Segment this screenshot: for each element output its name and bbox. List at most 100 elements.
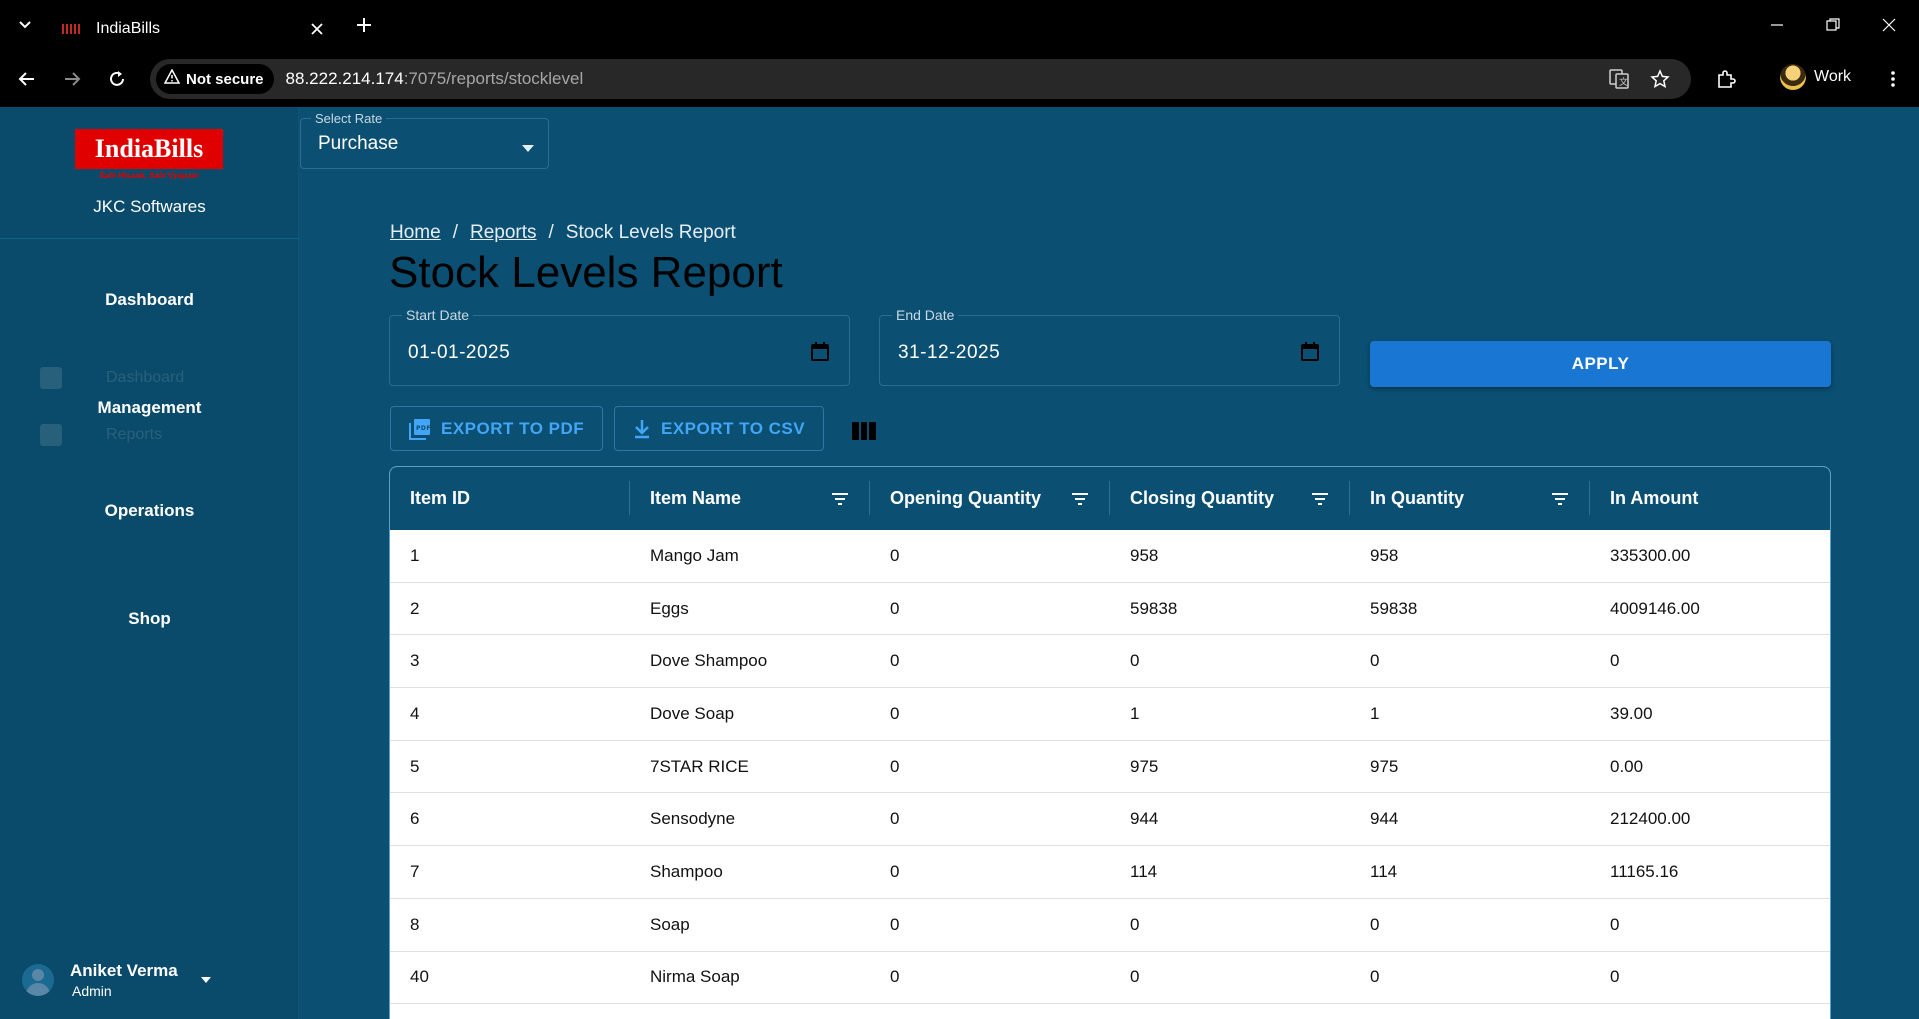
breadcrumb: Home / Reports / Stock Levels Report <box>390 222 736 244</box>
select-rate-dropdown[interactable]: Select Rate Purchase <box>300 111 549 169</box>
table-cell: 0 <box>890 967 900 987</box>
table-cell: 7 <box>410 861 420 881</box>
forward-arrow-icon[interactable] <box>59 66 85 92</box>
warning-triangle-icon <box>163 68 181 89</box>
select-rate-label: Select Rate <box>311 111 387 126</box>
column-header-in-quantity[interactable]: In Quantity <box>1350 467 1590 529</box>
profile-name: Work <box>1814 68 1852 85</box>
address-bar[interactable]: Not secure 88.222.214.174:7075/reports/s… <box>150 59 1691 99</box>
column-header-in-amount[interactable]: In Amount <box>1590 467 1830 529</box>
extensions-puzzle-icon[interactable] <box>1713 66 1739 92</box>
breadcrumb-home[interactable]: Home <box>390 222 441 244</box>
table-cell: 975 <box>1130 756 1159 776</box>
export-csv-button[interactable]: EXPORT TO CSV <box>614 406 825 451</box>
columns-toggle-icon[interactable] <box>852 422 877 440</box>
column-header-label: Closing Quantity <box>1130 487 1274 508</box>
start-date-field[interactable]: Start Date 01-01-2025 <box>389 307 850 386</box>
logo: IndiaBills Sabi Hisaab, Sabi Vyapaar <box>75 129 223 185</box>
profile-button[interactable]: Work <box>1780 64 1851 90</box>
table-cell: 0 <box>1610 967 1620 987</box>
nav-section-shop[interactable]: Shop <box>0 609 299 629</box>
breadcrumb-reports[interactable]: Reports <box>470 222 537 244</box>
svg-text:PDF: PDF <box>416 425 431 432</box>
new-tab-plus-icon[interactable] <box>352 13 376 37</box>
caret-down-icon[interactable] <box>200 971 212 989</box>
filter-icon[interactable] <box>832 489 848 510</box>
column-header-closing-quantity[interactable]: Closing Quantity <box>1110 467 1350 529</box>
table-row[interactable]: 8 Soap 0 0 0 0 <box>390 898 1830 952</box>
table-cell: Dove Soap <box>650 703 735 723</box>
url-host: 88.222.214.174 <box>285 69 404 88</box>
calendar-icon[interactable] <box>1301 342 1319 366</box>
close-window-icon[interactable] <box>1876 12 1902 38</box>
end-date-field[interactable]: End Date 31-12-2025 <box>879 307 1340 386</box>
ghost-item-label: Reports <box>106 426 163 443</box>
reports-icon <box>40 424 62 446</box>
security-chip[interactable]: Not secure <box>156 64 274 94</box>
reload-icon[interactable] <box>104 66 130 92</box>
table-cell: 1 <box>1130 703 1140 723</box>
browser-tab-bar: IndiaBills <box>0 0 1919 50</box>
table-cell: 0 <box>1610 651 1620 671</box>
stock-levels-table: Item ID Item Name Opening Quantity Closi… <box>389 466 1831 1019</box>
apply-button[interactable]: APPLY <box>1370 341 1831 387</box>
filter-icon[interactable] <box>1552 489 1568 510</box>
table-cell: 7STAR RICE <box>650 756 749 776</box>
browser-toolbar: Not secure 88.222.214.174:7075/reports/s… <box>0 50 1919 107</box>
caret-down-icon <box>522 139 534 157</box>
download-icon <box>633 419 651 439</box>
breadcrumb-current: Stock Levels Report <box>565 222 736 243</box>
ghost-item-dashboard: Dashboard <box>40 367 184 389</box>
table-row[interactable]: 6 Sensodyne 0 944 944 212400.00 <box>390 793 1830 847</box>
nav-section-dashboard[interactable]: Dashboard <box>0 290 299 310</box>
table-cell: 0 <box>890 861 900 881</box>
table-row[interactable]: 40 Nirma Soap 0 0 0 0 <box>390 951 1830 1005</box>
column-header-opening-quantity[interactable]: Opening Quantity <box>870 467 1110 529</box>
table-row[interactable]: 4 Dove Soap 0 1 1 39.00 <box>390 688 1830 741</box>
table-cell: 0 <box>1370 967 1380 987</box>
table-cell: 40 <box>410 967 429 987</box>
profile-avatar <box>1780 64 1806 90</box>
tab-search-chevron-icon[interactable] <box>14 14 36 36</box>
browser-menu-icon[interactable] <box>1880 66 1906 92</box>
user-menu[interactable]: Aniket Verma Admin <box>22 955 282 1005</box>
table-cell: Eggs <box>650 598 689 618</box>
table-cell: 335300.00 <box>1610 545 1691 565</box>
column-header-label: In Amount <box>1610 487 1699 508</box>
table-cell: 1 <box>410 545 420 565</box>
ghost-item-reports: Reports <box>40 424 162 446</box>
bookmark-star-icon[interactable] <box>1649 68 1671 90</box>
table-row[interactable]: 3 Dove Shampoo 0 0 0 0 <box>390 635 1830 689</box>
table-cell: 0 <box>890 598 900 618</box>
table-row[interactable]: 1 Mango Jam 0 958 958 335300.00 <box>390 530 1830 583</box>
tab-close-icon[interactable] <box>306 18 328 40</box>
tab-title: IndiaBills <box>96 20 161 37</box>
filter-icon[interactable] <box>1072 489 1088 510</box>
browser-tab[interactable]: IndiaBills <box>50 8 340 50</box>
table-row[interactable]: 7 Shampoo 0 114 114 11165.16 <box>390 846 1830 899</box>
filter-icon[interactable] <box>1312 489 1328 510</box>
table-row[interactable]: 2 Eggs 0 59838 59838 4009146.00 <box>390 582 1830 636</box>
table-cell: 8 <box>410 914 420 934</box>
table-cell: 3 <box>410 651 420 671</box>
column-header-label: Opening Quantity <box>890 487 1041 508</box>
back-arrow-icon[interactable] <box>14 66 40 92</box>
restore-icon[interactable] <box>1820 12 1846 38</box>
table-row[interactable]: 5 7STAR RICE 0 975 975 0.00 <box>390 740 1830 794</box>
calendar-icon[interactable] <box>811 342 829 366</box>
sidebar: IndiaBills Sabi Hisaab, Sabi Vyapaar JKC… <box>0 107 299 1019</box>
column-header-item-id[interactable]: Item ID <box>390 467 630 529</box>
minimize-icon[interactable] <box>1764 12 1790 38</box>
table-cell: 4 <box>410 703 420 723</box>
table-cell: Sensodyne <box>650 809 736 829</box>
nav-section-operations[interactable]: Operations <box>0 501 299 521</box>
column-header-item-name[interactable]: Item Name <box>630 467 870 529</box>
export-pdf-button[interactable]: PDF EXPORT TO PDF <box>390 406 604 451</box>
table-cell: 0 <box>890 703 900 723</box>
ghost-item-label: Dashboard <box>106 369 185 386</box>
table-cell: 0 <box>890 756 900 776</box>
table-cell: 114 <box>1370 861 1398 881</box>
nav-section-management[interactable]: Management <box>0 398 299 418</box>
table-cell: 0 <box>1370 651 1380 671</box>
translate-icon[interactable]: 文 <box>1608 68 1630 90</box>
